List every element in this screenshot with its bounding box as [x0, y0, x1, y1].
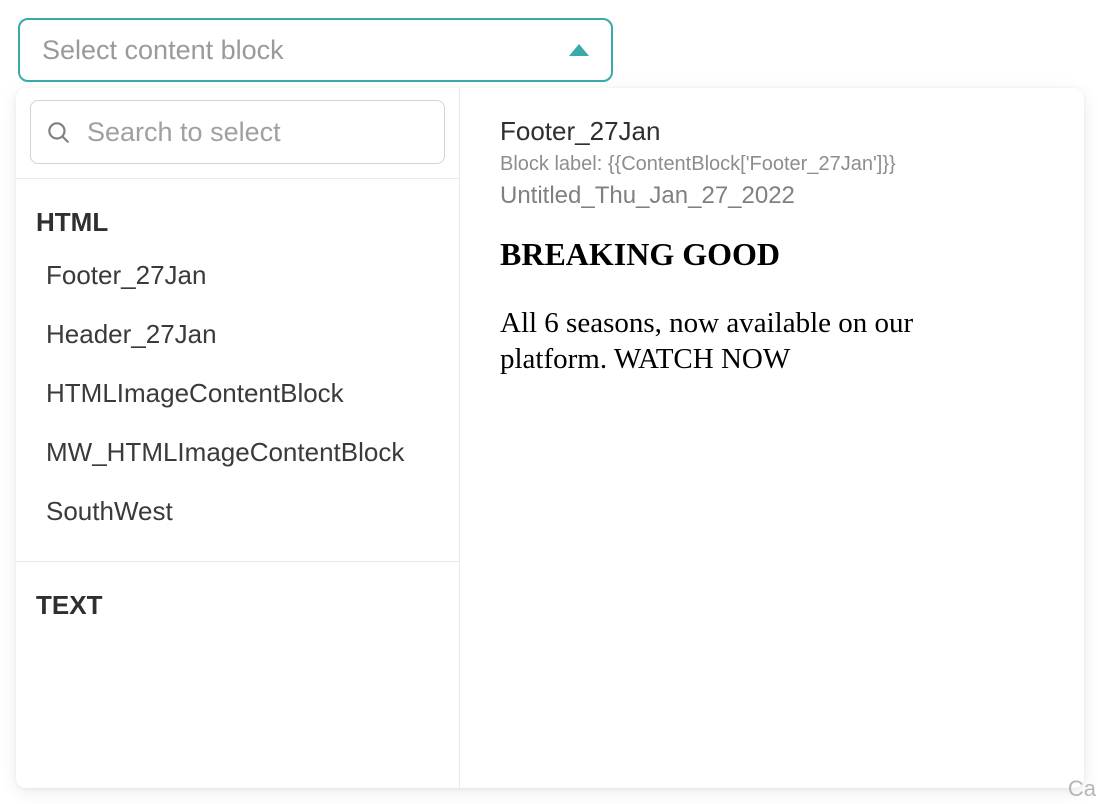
- preview-block-label: Block label: {{ContentBlock['Footer_27Ja…: [500, 153, 1054, 176]
- list-item[interactable]: SouthWest: [16, 482, 459, 541]
- list-item[interactable]: Footer_27Jan: [16, 246, 459, 305]
- group-header-html: HTML: [16, 207, 459, 246]
- preview-paragraph: All 6 seasons, now available on our plat…: [500, 305, 1020, 378]
- group-html: HTML Footer_27Jan Header_27Jan HTMLImage…: [16, 178, 459, 561]
- list-item[interactable]: HTMLImageContentBlock: [16, 364, 459, 423]
- preview-title: Footer_27Jan: [500, 116, 1054, 147]
- list-item[interactable]: MW_HTMLImageContentBlock: [16, 423, 459, 482]
- select-placeholder: Select content block: [42, 35, 284, 66]
- preview-heading: BREAKING GOOD: [500, 236, 1054, 273]
- list-item[interactable]: Header_27Jan: [16, 305, 459, 364]
- search-input[interactable]: [85, 116, 443, 149]
- preview-subtitle: Untitled_Thu_Jan_27_2022: [500, 182, 1054, 210]
- corner-truncated-text: Ca: [1068, 776, 1096, 802]
- chevron-up-icon: [569, 44, 589, 56]
- group-header-text: TEXT: [16, 590, 459, 629]
- search-container: [16, 88, 459, 178]
- group-text: TEXT: [16, 561, 459, 649]
- dropdown-preview-pane: Footer_27Jan Block label: {{ContentBlock…: [460, 88, 1084, 788]
- dropdown-list-pane: HTML Footer_27Jan Header_27Jan HTMLImage…: [16, 88, 460, 788]
- content-block-dropdown: HTML Footer_27Jan Header_27Jan HTMLImage…: [16, 88, 1084, 788]
- content-block-select-trigger[interactable]: Select content block: [18, 18, 613, 82]
- search-box[interactable]: [30, 100, 445, 164]
- search-icon: [45, 119, 71, 145]
- preview-body: BREAKING GOOD All 6 seasons, now availab…: [500, 236, 1054, 378]
